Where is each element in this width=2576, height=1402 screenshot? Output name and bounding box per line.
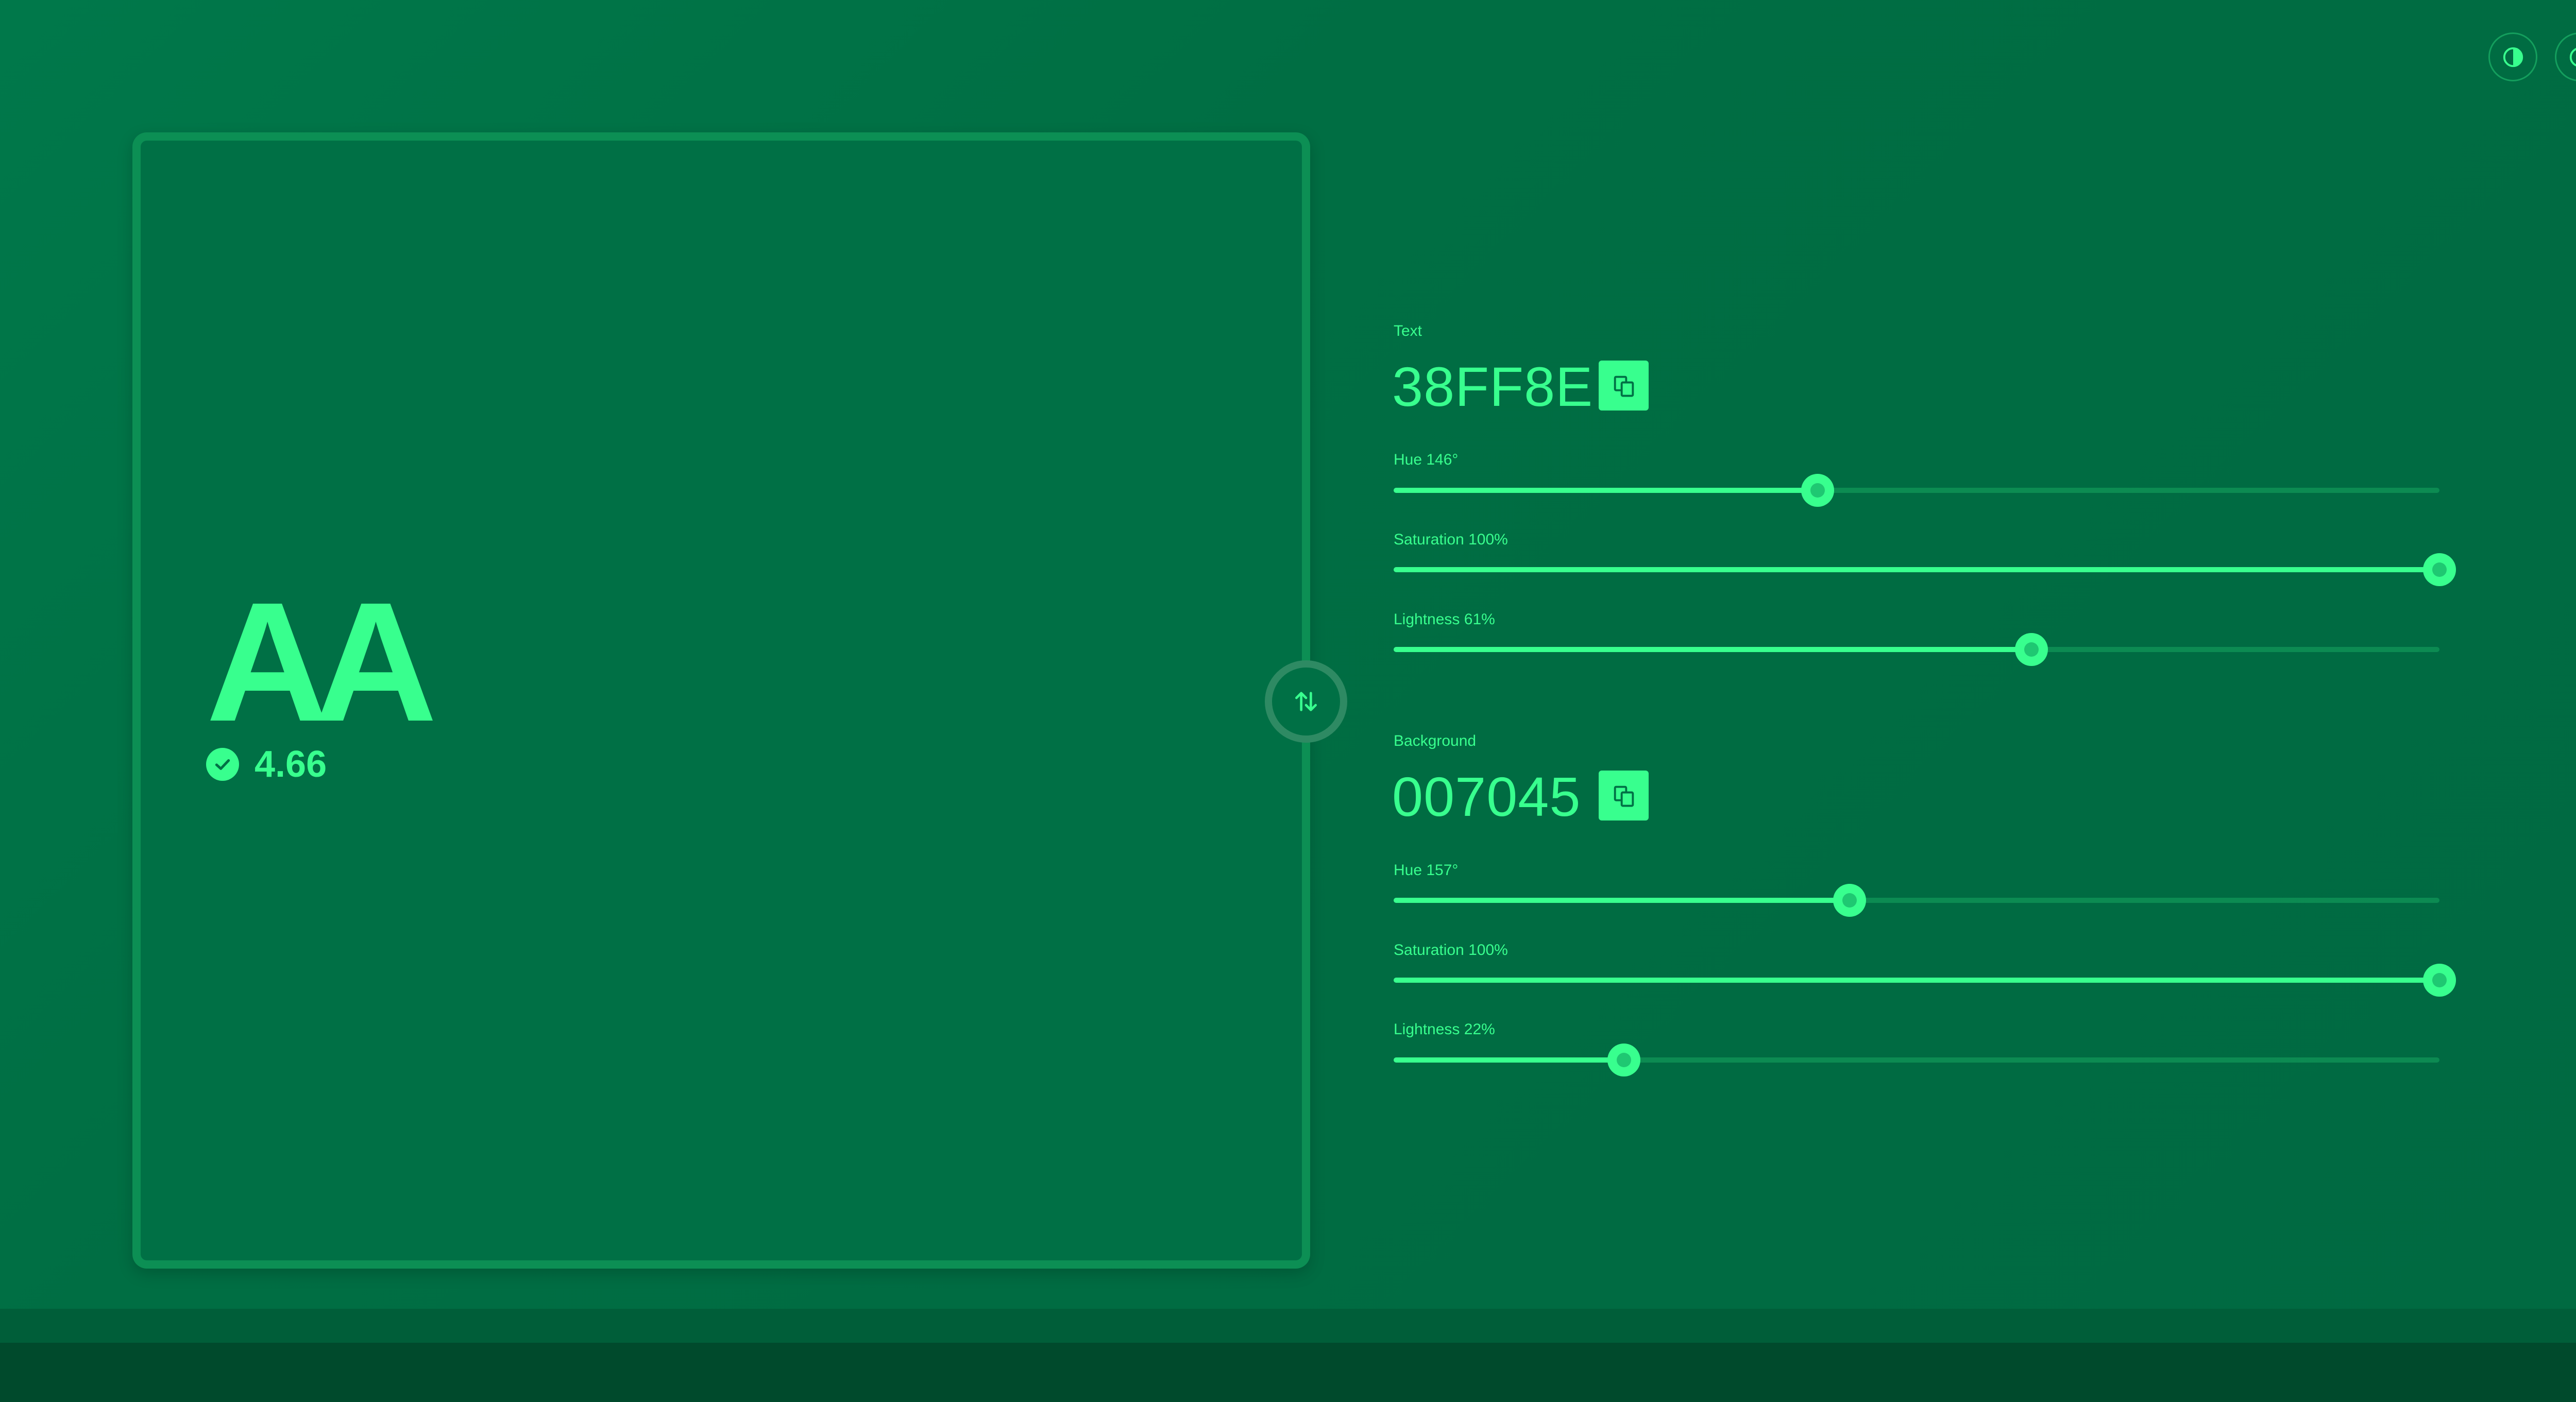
contrast-ratio-value: 4.66 bbox=[255, 744, 327, 785]
copy-background-hex-button[interactable] bbox=[1599, 771, 1649, 820]
swap-arrows-icon bbox=[1295, 692, 1317, 711]
slider-fill bbox=[1394, 1057, 1624, 1063]
background-section-label: Background bbox=[1394, 732, 1477, 749]
info-icon bbox=[2569, 47, 2576, 66]
text-lightness-slider[interactable] bbox=[1394, 633, 2439, 666]
copy-text-hex-button[interactable] bbox=[1599, 361, 1649, 411]
text-hue-label: Hue 146° bbox=[1394, 451, 1459, 468]
background-hue-slider[interactable] bbox=[1394, 884, 2439, 917]
copy-icon bbox=[1614, 785, 1634, 807]
text-lightness-label: Lightness 61% bbox=[1394, 611, 1495, 628]
text-saturation-label: Saturation 100% bbox=[1394, 531, 1508, 548]
background-lightness-label: Lightness 22% bbox=[1394, 1021, 1495, 1038]
slider-fill bbox=[1394, 978, 2439, 983]
sample-text: AA bbox=[206, 567, 437, 757]
slider-fill bbox=[1394, 647, 2032, 652]
text-saturation-slider[interactable] bbox=[1394, 553, 2456, 586]
footer-band-light bbox=[0, 1309, 2576, 1343]
slider-thumb[interactable] bbox=[2015, 633, 2048, 666]
slider-fill bbox=[1394, 898, 1850, 903]
text-hue-slider[interactable] bbox=[1394, 474, 2439, 507]
contrast-icon bbox=[2503, 47, 2523, 67]
slider-thumb[interactable] bbox=[1801, 474, 1835, 507]
info-button[interactable] bbox=[2555, 32, 2576, 81]
contrast-ratio-row: 4.66 bbox=[206, 746, 327, 783]
background-hue-label: Hue 157° bbox=[1394, 862, 1459, 879]
background-hex-value[interactable]: 007045 bbox=[1392, 769, 1581, 825]
slider-thumb[interactable] bbox=[1607, 1044, 1640, 1076]
copy-icon bbox=[1614, 375, 1634, 397]
background-saturation-label: Saturation 100% bbox=[1394, 942, 1508, 959]
contrast-toggle-button[interactable] bbox=[2488, 32, 2537, 81]
text-section-label: Text bbox=[1394, 322, 1422, 339]
swap-colors-button[interactable] bbox=[1265, 660, 1347, 743]
background-saturation-slider[interactable] bbox=[1394, 964, 2456, 997]
slider-thumb[interactable] bbox=[2423, 964, 2456, 997]
slider-thumb[interactable] bbox=[1833, 884, 1867, 917]
slider-thumb[interactable] bbox=[2423, 553, 2456, 586]
text-hex-value[interactable]: 38FF8E bbox=[1392, 359, 1593, 415]
slider-fill bbox=[1394, 488, 1818, 493]
check-icon bbox=[206, 748, 239, 781]
background-lightness-slider[interactable] bbox=[1394, 1044, 2439, 1076]
slider-fill bbox=[1394, 567, 2439, 572]
footer-band-dark bbox=[0, 1343, 2576, 1402]
